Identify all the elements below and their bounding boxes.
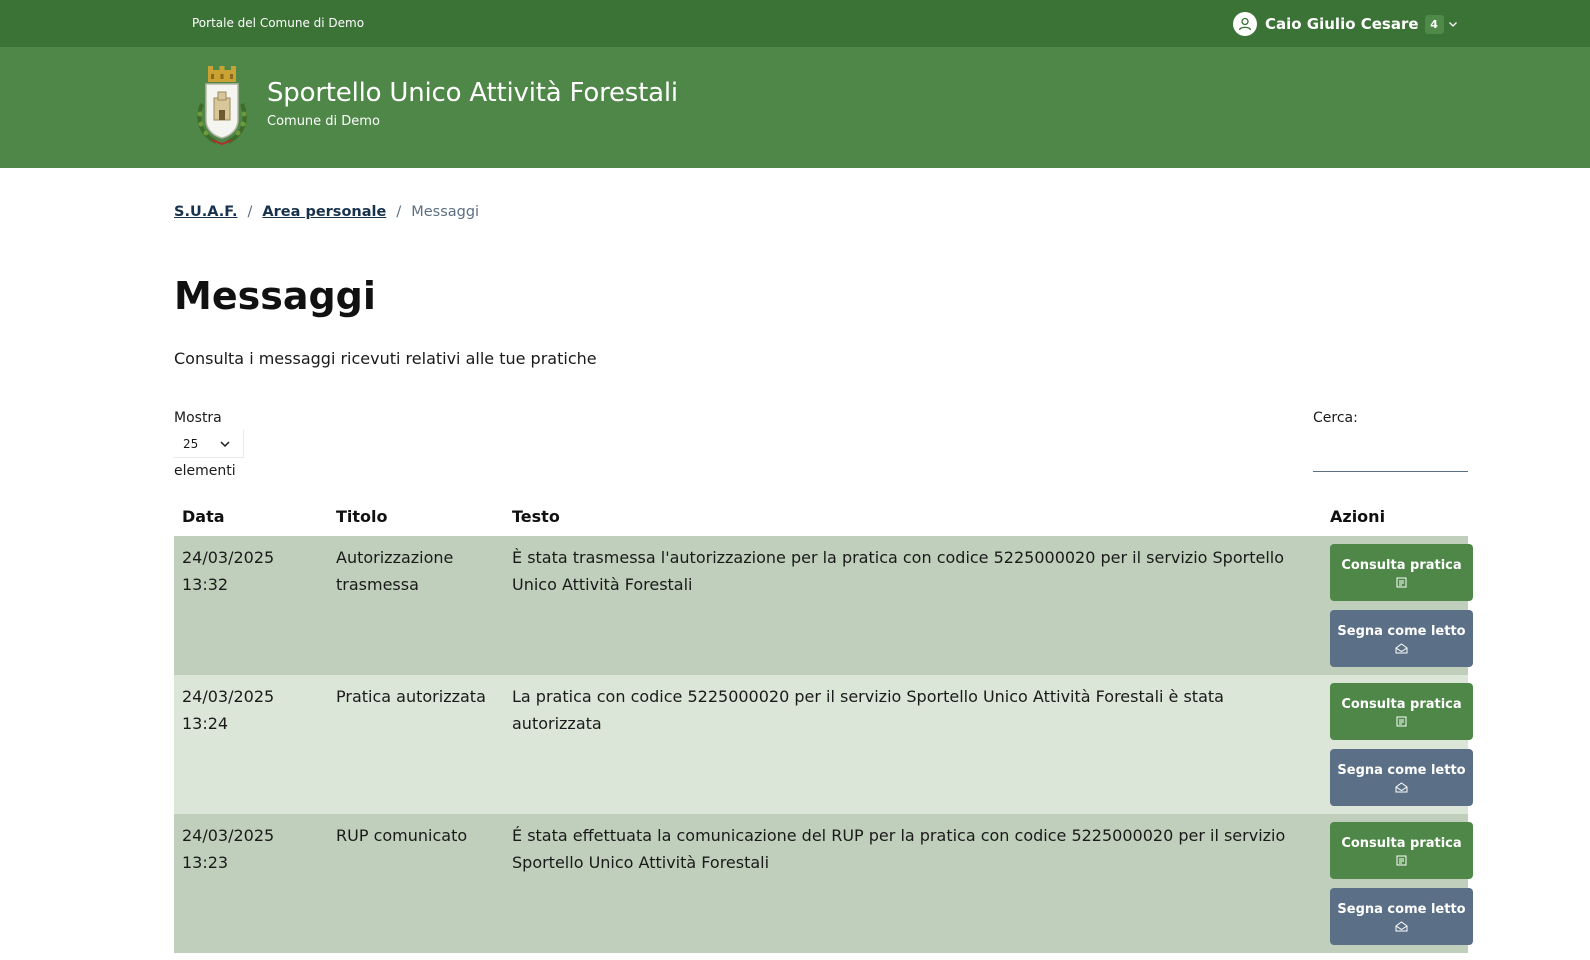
- segna-come-letto-label: Segna come letto: [1337, 623, 1466, 639]
- breadcrumb-link-suaf[interactable]: S.U.A.F.: [174, 204, 238, 220]
- cell-date: 24/03/2025 13:24: [174, 675, 328, 814]
- consulta-pratica-button[interactable]: Consulta pratica: [1330, 822, 1473, 879]
- row-time: 13:32: [182, 575, 229, 594]
- segna-come-letto-label: Segna come letto: [1337, 901, 1466, 917]
- cell-title: Pratica autorizzata: [328, 675, 504, 814]
- page-length-select[interactable]: 25: [174, 430, 244, 458]
- envelope-open-icon: [1395, 920, 1408, 932]
- length-suffix: elementi: [174, 463, 236, 479]
- cell-actions: Consulta pratica Segna come letto: [1322, 675, 1473, 814]
- segna-come-letto-label: Segna come letto: [1337, 762, 1466, 778]
- site-title[interactable]: Sportello Unico Attività Forestali: [267, 78, 678, 108]
- crest-logo[interactable]: [192, 64, 252, 148]
- column-header-data[interactable]: Data: [174, 496, 328, 536]
- center-header: Sportello Unico Attività Forestali Comun…: [0, 47, 1590, 168]
- site-subtitle: Comune di Demo: [267, 114, 380, 129]
- breadcrumb-link-area-personale[interactable]: Area personale: [262, 204, 386, 220]
- table-row: 24/03/2025 13:23 RUP comunicato É stata e…: [174, 814, 1473, 953]
- segna-come-letto-button[interactable]: Segna come letto: [1330, 749, 1473, 806]
- length-label: Mostra: [174, 410, 222, 426]
- page-lead: Consulta i messaggi ricevuti relativi al…: [174, 349, 597, 368]
- cell-actions: Consulta pratica Segna come letto: [1322, 536, 1473, 675]
- consulta-pratica-label: Consulta pratica: [1341, 557, 1462, 573]
- row-date: 24/03/2025: [182, 826, 275, 845]
- column-header-titolo[interactable]: Titolo: [328, 496, 504, 536]
- breadcrumb: S.U.A.F. / Area personale / Messaggi: [174, 204, 479, 220]
- page-length-value: 25: [183, 436, 199, 451]
- table-row: 24/03/2025 13:24 Pratica autorizzata La p…: [174, 675, 1473, 814]
- consulta-pratica-button[interactable]: Consulta pratica: [1330, 683, 1473, 740]
- cell-text: É stata effettuata la comunicazione del …: [504, 814, 1322, 953]
- slim-header: Portale del Comune di Demo Caio Giulio C…: [0, 0, 1590, 47]
- row-time: 13:23: [182, 853, 229, 872]
- search-input[interactable]: [1313, 432, 1468, 472]
- messages-table: Data Titolo Testo Azioni 24/03/2025 13:32…: [174, 496, 1473, 953]
- breadcrumb-separator: /: [247, 204, 253, 220]
- row-date: 24/03/2025: [182, 548, 275, 567]
- breadcrumb-separator: /: [396, 204, 402, 220]
- envelope-open-icon: [1395, 781, 1408, 793]
- page-title: Messaggi: [174, 274, 376, 318]
- column-header-testo[interactable]: Testo: [504, 496, 1322, 536]
- table-row: 24/03/2025 13:32 Autorizzazione trasmessa…: [174, 536, 1473, 675]
- search-label: Cerca:: [1313, 410, 1358, 426]
- document-icon: [1396, 577, 1407, 588]
- cell-date: 24/03/2025 13:32: [174, 536, 328, 675]
- portal-link[interactable]: Portale del Comune di Demo: [192, 16, 364, 30]
- cell-text: La pratica con codice 5225000020 per il …: [504, 675, 1322, 814]
- cell-title: Autorizzazione trasmessa: [328, 536, 504, 675]
- cell-date: 24/03/2025 13:23: [174, 814, 328, 953]
- consulta-pratica-label: Consulta pratica: [1341, 696, 1462, 712]
- consulta-pratica-button[interactable]: Consulta pratica: [1330, 544, 1473, 601]
- consulta-pratica-label: Consulta pratica: [1341, 835, 1462, 851]
- notification-badge: 4: [1424, 14, 1444, 34]
- chevron-down-icon: [1448, 19, 1458, 29]
- document-icon: [1396, 855, 1407, 866]
- breadcrumb-current: Messaggi: [411, 204, 480, 220]
- column-header-azioni: Azioni: [1330, 506, 1386, 526]
- row-time: 13:24: [182, 714, 229, 733]
- segna-come-letto-button[interactable]: Segna come letto: [1330, 610, 1473, 667]
- user-menu[interactable]: Caio Giulio Cesare 4: [1233, 12, 1458, 36]
- cell-actions: Consulta pratica Segna come letto: [1322, 814, 1473, 953]
- segna-come-letto-button[interactable]: Segna come letto: [1330, 888, 1473, 945]
- cell-text: È stata trasmessa l'autorizzazione per l…: [504, 536, 1322, 675]
- cell-title: RUP comunicato: [328, 814, 504, 953]
- user-name: Caio Giulio Cesare: [1265, 15, 1419, 33]
- table-header-row: Data Titolo Testo Azioni: [174, 496, 1468, 536]
- chevron-down-icon: [219, 438, 231, 453]
- row-date: 24/03/2025: [182, 687, 275, 706]
- document-icon: [1396, 716, 1407, 727]
- envelope-open-icon: [1395, 642, 1408, 654]
- user-icon: [1233, 12, 1257, 36]
